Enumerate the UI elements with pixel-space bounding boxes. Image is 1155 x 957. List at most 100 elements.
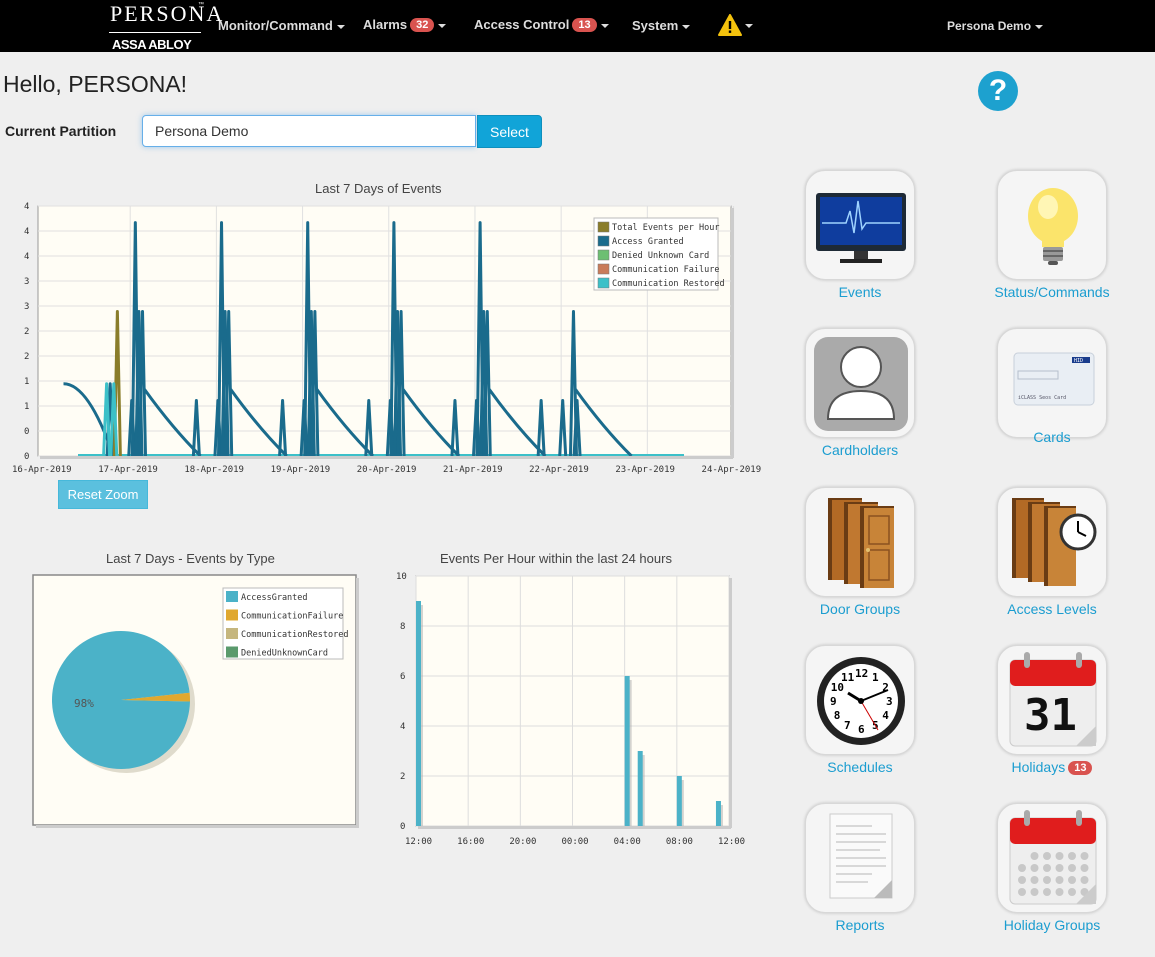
timeline-chart-title: Last 7 Days of Events xyxy=(315,181,442,196)
cardholders-label[interactable]: Cardholders xyxy=(775,442,945,458)
access-levels-label[interactable]: Access Levels xyxy=(967,601,1137,617)
nav-system-label: System xyxy=(632,18,679,33)
door-groups-label[interactable]: Door Groups xyxy=(775,601,945,617)
timeline-chart[interactable]: 0 0 1 1 2 2 3 3 4 4 4 16-Apr-2019 17-Apr-2019 18-Apr… xyxy=(0,196,770,480)
pie-chart[interactable]: 98% AccessGranted CommunicationFailure Com… xyxy=(30,572,362,832)
holiday-groups-label[interactable]: Holiday Groups xyxy=(967,917,1137,933)
nav-monitor-command[interactable]: Monitor/Command xyxy=(218,18,345,33)
alarms-badge: 32 xyxy=(410,18,435,32)
hourly-x-tick-label: 04:00 xyxy=(614,837,641,847)
timeline-y-tick-label: 1 xyxy=(24,402,29,412)
card-icon: HID iCLASS Seos Card xyxy=(1013,352,1095,406)
cards-tile[interactable]: HID iCLASS Seos Card xyxy=(997,328,1107,438)
hourly-x-tick-label: 00:00 xyxy=(562,837,589,847)
nav-access-control[interactable]: Access Control 13 xyxy=(474,17,609,32)
holidays-label-text: Holidays xyxy=(1011,759,1066,775)
help-icon[interactable]: ? xyxy=(978,71,1018,111)
access-control-badge: 13 xyxy=(572,18,597,32)
nav-alarms[interactable]: Alarms 32 xyxy=(363,17,447,32)
timeline-legend: Total Events per Hour Access Granted Denie… xyxy=(593,217,725,291)
clock-number: 12 xyxy=(855,667,868,680)
nav-system[interactable]: System xyxy=(632,18,691,33)
schedules-tile[interactable]: 123456789101112 xyxy=(805,645,915,755)
calendar-icon: 31 xyxy=(1009,652,1097,747)
clock-number: 6 xyxy=(858,723,865,736)
cards-label[interactable]: Cards xyxy=(967,429,1137,445)
status-commands-label[interactable]: Status/Commands xyxy=(967,284,1137,300)
calendar-dot xyxy=(1080,852,1089,860)
holiday-groups-tile[interactable] xyxy=(997,803,1107,913)
hourly-x-tick-label: 16:00 xyxy=(457,837,484,847)
nav-access-control-label: Access Control xyxy=(474,17,570,32)
status-commands-tile[interactable] xyxy=(997,170,1107,280)
events-tile[interactable] xyxy=(805,170,915,280)
logo-persona-text: PERSONA xyxy=(110,1,225,26)
reset-zoom-button[interactable]: Reset Zoom xyxy=(58,480,148,509)
hourly-bar xyxy=(676,776,682,826)
pie-chart-title: Last 7 Days - Events by Type xyxy=(106,551,275,566)
clock-number: 8 xyxy=(834,709,841,722)
calendar-dot xyxy=(1080,864,1089,872)
pie-legend-label: CommunicationRestored xyxy=(241,630,348,640)
door-groups-tile[interactable] xyxy=(805,487,915,597)
chevron-down-icon xyxy=(600,23,609,28)
pie-percent-label: 98% xyxy=(74,697,94,710)
timeline-x-tick-label: 16-Apr-2019 xyxy=(12,465,72,475)
calendar-dot xyxy=(1043,852,1051,860)
nav-user-label: Persona Demo xyxy=(947,19,1032,33)
clock-number: 1 xyxy=(872,671,879,684)
timeline-y-tick-label: 4 xyxy=(24,227,29,237)
clock-number: 11 xyxy=(841,671,855,684)
hourly-y-tick-label: 4 xyxy=(400,722,405,732)
select-partition-button[interactable]: Select xyxy=(477,115,542,148)
calendar-dot xyxy=(1080,876,1089,884)
calendar-dot xyxy=(1055,876,1064,884)
access-levels-tile[interactable] xyxy=(997,487,1107,597)
nav-alarms-label: Alarms xyxy=(363,17,408,32)
cardholders-tile[interactable] xyxy=(805,328,915,438)
hourly-chart-title: Events Per Hour within the last 24 hours xyxy=(440,551,672,566)
timeline-x-tick-label: 17-Apr-2019 xyxy=(98,465,158,475)
schedules-label[interactable]: Schedules xyxy=(775,759,945,775)
clock-number: 9 xyxy=(830,695,837,708)
hourly-chart[interactable]: 0246810 12:00 16:00 20:00 00:00 04:00 08:00 12… xyxy=(388,568,748,858)
calendar-dot xyxy=(1030,876,1039,884)
top-navbar: PERSONA ™ ASSA ABLOY Monitor/Command Ala… xyxy=(0,0,1155,52)
reports-tile[interactable] xyxy=(805,803,915,913)
clock-number: 7 xyxy=(844,719,851,732)
monitor-icon xyxy=(816,193,906,263)
timeline-y-tick-label: 3 xyxy=(24,277,29,287)
timeline-legend-label: Communication Restored xyxy=(612,279,725,289)
holidays-badge: 13 xyxy=(1068,761,1093,775)
timeline-y-tick-label: 3 xyxy=(24,302,29,312)
persona-logo[interactable]: PERSONA ™ ASSA ABLOY xyxy=(108,0,222,52)
warning-triangle-icon[interactable] xyxy=(718,14,753,36)
doors-clock-icon xyxy=(1012,498,1097,586)
pie-legend-label: CommunicationFailure xyxy=(241,612,343,622)
calendar-dot xyxy=(1030,888,1039,896)
hourly-x-tick-label: 20:00 xyxy=(509,837,536,847)
calendar-dot xyxy=(1068,888,1076,896)
timeline-x-ticks: 16-Apr-2019 17-Apr-2019 18-Apr-2019 19-Apr-… xyxy=(12,465,761,475)
calendar-dot xyxy=(1043,888,1051,896)
partition-input[interactable] xyxy=(142,115,476,147)
reports-label[interactable]: Reports xyxy=(775,917,945,933)
timeline-y-tick-label: 0 xyxy=(24,427,29,437)
holidays-tile[interactable]: 31 xyxy=(997,645,1107,755)
timeline-x-tick-label: 18-Apr-2019 xyxy=(184,465,244,475)
timeline-x-tick-label: 24-Apr-2019 xyxy=(702,465,762,475)
partition-label: Current Partition xyxy=(5,123,117,139)
timeline-legend-swatch xyxy=(597,249,610,261)
calendar-day: 31 xyxy=(1024,690,1077,741)
nav-user-menu[interactable]: Persona Demo xyxy=(947,19,1044,33)
events-label[interactable]: Events xyxy=(775,284,945,300)
calendar-dot xyxy=(1055,852,1064,860)
hourly-bar xyxy=(624,676,630,826)
calendar-dot xyxy=(1018,876,1026,884)
hourly-y-tick-label: 10 xyxy=(396,572,407,582)
hourly-y-tick-label: 2 xyxy=(400,772,405,782)
timeline-y-tick-label: 2 xyxy=(24,327,29,337)
hourly-y-tick-label: 0 xyxy=(400,822,405,832)
calendar-dot xyxy=(1043,876,1051,884)
holidays-label[interactable]: Holidays 13 xyxy=(967,759,1137,775)
